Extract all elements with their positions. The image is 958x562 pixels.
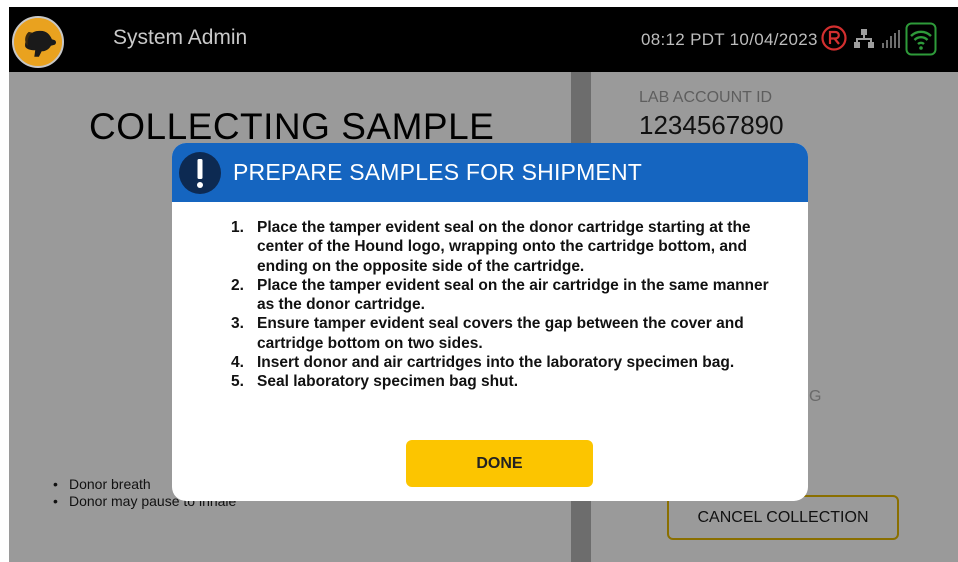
lab-account-id: 1234567890	[639, 110, 784, 140]
signal-icon	[881, 29, 901, 49]
lab-account-label: LAB ACCOUNT ID	[639, 89, 773, 106]
datetime: 08:12 PDT 10/04/2023	[641, 30, 818, 49]
step-number: 1.	[231, 219, 244, 236]
shipment-dialog: PREPARE SAMPLES FOR SHIPMENT 1. Place the…	[172, 143, 808, 501]
status-text: G	[809, 388, 822, 405]
step-text: Ensure tamper evident seal covers the ga…	[257, 315, 744, 352]
step-number: 5.	[231, 373, 244, 391]
list-item: 1. Place the tamper evident seal on the d…	[231, 218, 776, 276]
top-bar: System Admin 08:12 PDT 10/04/2023	[9, 7, 958, 72]
step-text: Place the tamper evident seal on the air…	[257, 276, 769, 314]
device-screen: System Admin 08:12 PDT 10/04/2023 COLLEC…	[9, 7, 958, 562]
dialog-title: PREPARE SAMPLES FOR SHIPMENT	[233, 159, 643, 185]
shipment-steps: 1. Place the tamper evident seal on the d…	[231, 218, 776, 392]
dialog-header: PREPARE SAMPLES FOR SHIPMENT	[172, 143, 808, 202]
step-number: 2.	[231, 276, 244, 294]
exclamation-icon	[178, 151, 222, 195]
wifi-icon	[905, 22, 937, 56]
list-item: 2. Place the tamper evident seal on the a…	[231, 276, 776, 315]
step-text: Place the tamper evident seal on the don…	[257, 219, 751, 275]
list-item: 4. Insert donor and air cartridges into t…	[231, 353, 776, 372]
user-name: System Admin	[113, 26, 248, 49]
step-number: 3.	[231, 315, 244, 333]
network-icon	[853, 28, 875, 50]
list-item: 3. Ensure tamper evident seal covers the …	[231, 314, 776, 353]
page-title: COLLECTING SAMPLE	[89, 106, 495, 147]
cancel-collection-button[interactable]: CANCEL COLLECTION	[667, 495, 899, 540]
logo-icon	[12, 16, 64, 68]
step-text: Insert donor and air cartridges into the…	[257, 354, 735, 372]
step-number: 4.	[231, 354, 244, 372]
done-button[interactable]: DONE	[406, 440, 593, 487]
registered-icon	[821, 25, 847, 51]
step-text: Seal laboratory specimen bag shut.	[257, 373, 518, 391]
list-item: 5. Seal laboratory specimen bag shut.	[231, 372, 776, 391]
